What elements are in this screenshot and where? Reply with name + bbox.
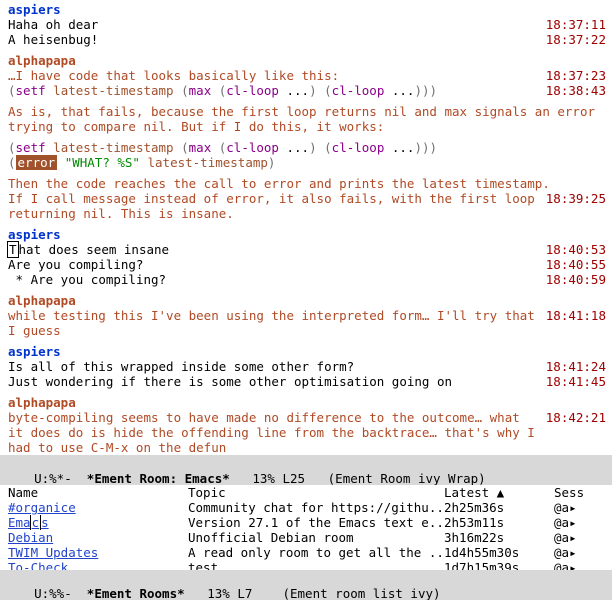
chat-line: If I call message instead of error, it a… — [8, 191, 610, 221]
timestamp: 18:38:43 — [540, 83, 610, 98]
timestamp: 18:37:23 — [540, 68, 610, 83]
chat-line: As is, that fails, because the first loo… — [8, 104, 610, 134]
chat-line: Haha oh dear18:37:11 — [8, 17, 610, 32]
timestamp: 18:41:24 — [540, 359, 610, 374]
chat-line: alphapapa — [8, 53, 610, 68]
col-header-latest[interactable]: Latest ▲ — [444, 485, 554, 500]
chat-pane[interactable]: aspiersHaha oh dear18:37:11A heisenbug!1… — [0, 0, 612, 455]
room-latest: 1d7h15m39s — [444, 560, 554, 570]
room-row[interactable]: Debian Unofficial Debian room3h16m22s@a▸ — [8, 530, 608, 545]
nick-alphapapa: alphapapa — [8, 293, 610, 308]
room-row[interactable]: To-Check test1d7h15m39s@a▸ — [8, 560, 608, 570]
chat-line: Then the code reaches the call to error … — [8, 176, 610, 191]
chat-line: aspiers — [8, 2, 610, 17]
room-latest: 2h25m36s — [444, 500, 554, 515]
chat-line: aspiers — [8, 227, 610, 242]
nick-aspiers: aspiers — [8, 2, 610, 17]
chat-line: aspiers — [8, 344, 610, 359]
room-session: @a▸ — [554, 530, 608, 545]
timestamp: 18:41:45 — [540, 374, 610, 389]
timestamp: 18:41:18 — [540, 308, 610, 323]
nick-aspiers: aspiers — [8, 344, 610, 359]
room-latest: 2h53m11s — [444, 515, 554, 530]
room-row[interactable]: #organice Community chat for https://gith… — [8, 500, 608, 515]
chat-line: while testing this I've been using the i… — [8, 308, 610, 338]
text-cursor: c — [30, 515, 42, 530]
room-latest: 3h16m22s — [444, 530, 554, 545]
room-link[interactable]: Emacs — [8, 515, 49, 530]
code-line: (setf latest-timestamp (max (cl-loop ...… — [8, 140, 610, 155]
timestamp: 18:40:55 — [540, 257, 610, 272]
chat-line: Just wondering if there is some other op… — [8, 374, 610, 389]
error-highlight: error — [16, 155, 58, 170]
chat-line: Is all of this wrapped inside some other… — [8, 359, 610, 374]
code-line: (error "WHAT? %S" latest-timestamp) — [8, 155, 610, 170]
chat-line: (setf latest-timestamp (max (cl-loop ...… — [8, 83, 610, 98]
room-link[interactable]: Debian — [8, 530, 53, 545]
room-topic: A read only room to get all the ... — [188, 545, 444, 560]
chat-line: …I have code that looks basically like t… — [8, 68, 610, 83]
nick-aspiers: aspiers — [8, 227, 610, 242]
nick-alphapapa: alphapapa — [8, 53, 610, 68]
timestamp: 18:42:21 — [540, 410, 610, 425]
room-topic: Unofficial Debian room — [188, 530, 444, 545]
code-line: (setf latest-timestamp (max (cl-loop ...… — [8, 83, 540, 98]
nick-alphapapa: alphapapa — [8, 395, 610, 410]
timestamp: 18:40:53 — [540, 242, 610, 257]
modeline-chat: U:%*- *Ement Room: Emacs* 13% L25 (Ement… — [0, 455, 612, 485]
room-link[interactable]: TWIM Updates — [8, 545, 98, 560]
timestamp: 18:37:11 — [540, 17, 610, 32]
room-link[interactable]: To-Check — [8, 560, 68, 570]
col-header-name[interactable]: Name — [8, 485, 188, 500]
chat-line: alphapapa — [8, 395, 610, 410]
chat-line: Are you compiling?18:40:55 — [8, 257, 610, 272]
chat-line: (setf latest-timestamp (max (cl-loop ...… — [8, 140, 610, 155]
col-header-topic[interactable]: Topic — [188, 485, 444, 500]
room-topic: Community chat for https://githu... — [188, 500, 444, 515]
chat-line: (error "WHAT? %S" latest-timestamp) — [8, 155, 610, 170]
modeline-rooms: U:%%- *Ement Rooms* 13% L7 (Ement room l… — [0, 570, 612, 600]
room-session: @a▸ — [554, 545, 608, 560]
room-latest: 1d4h55m30s — [444, 545, 554, 560]
room-row[interactable]: TWIM Updates A read only room to get all … — [8, 545, 608, 560]
chat-line: alphapapa — [8, 293, 610, 308]
chat-line: byte-compiling seems to have made no dif… — [8, 410, 610, 455]
room-row[interactable]: Emacs Version 27.1 of the Emacs text e...… — [8, 515, 608, 530]
timestamp: 18:39:25 — [540, 191, 610, 206]
room-session: @a▸ — [554, 560, 608, 570]
chat-line: That does seem insane18:40:53 — [8, 242, 610, 257]
room-topic: test — [188, 560, 444, 570]
col-header-sess[interactable]: Sess — [554, 485, 608, 500]
room-topic: Version 27.1 of the Emacs text e... — [188, 515, 444, 530]
chat-line: A heisenbug!18:37:22 — [8, 32, 610, 47]
room-session: @a▸ — [554, 500, 608, 515]
timestamp: 18:40:59 — [540, 272, 610, 287]
rooms-pane[interactable]: Name Topic Latest ▲ Sess #organice Commun… — [0, 485, 612, 570]
chat-line: * Are you compiling?18:40:59 — [8, 272, 610, 287]
room-link[interactable]: #organice — [8, 500, 76, 515]
rooms-header: Name Topic Latest ▲ Sess — [8, 485, 608, 500]
timestamp: 18:37:22 — [540, 32, 610, 47]
text-cursor: T — [7, 241, 19, 258]
room-session: @a▸ — [554, 515, 608, 530]
